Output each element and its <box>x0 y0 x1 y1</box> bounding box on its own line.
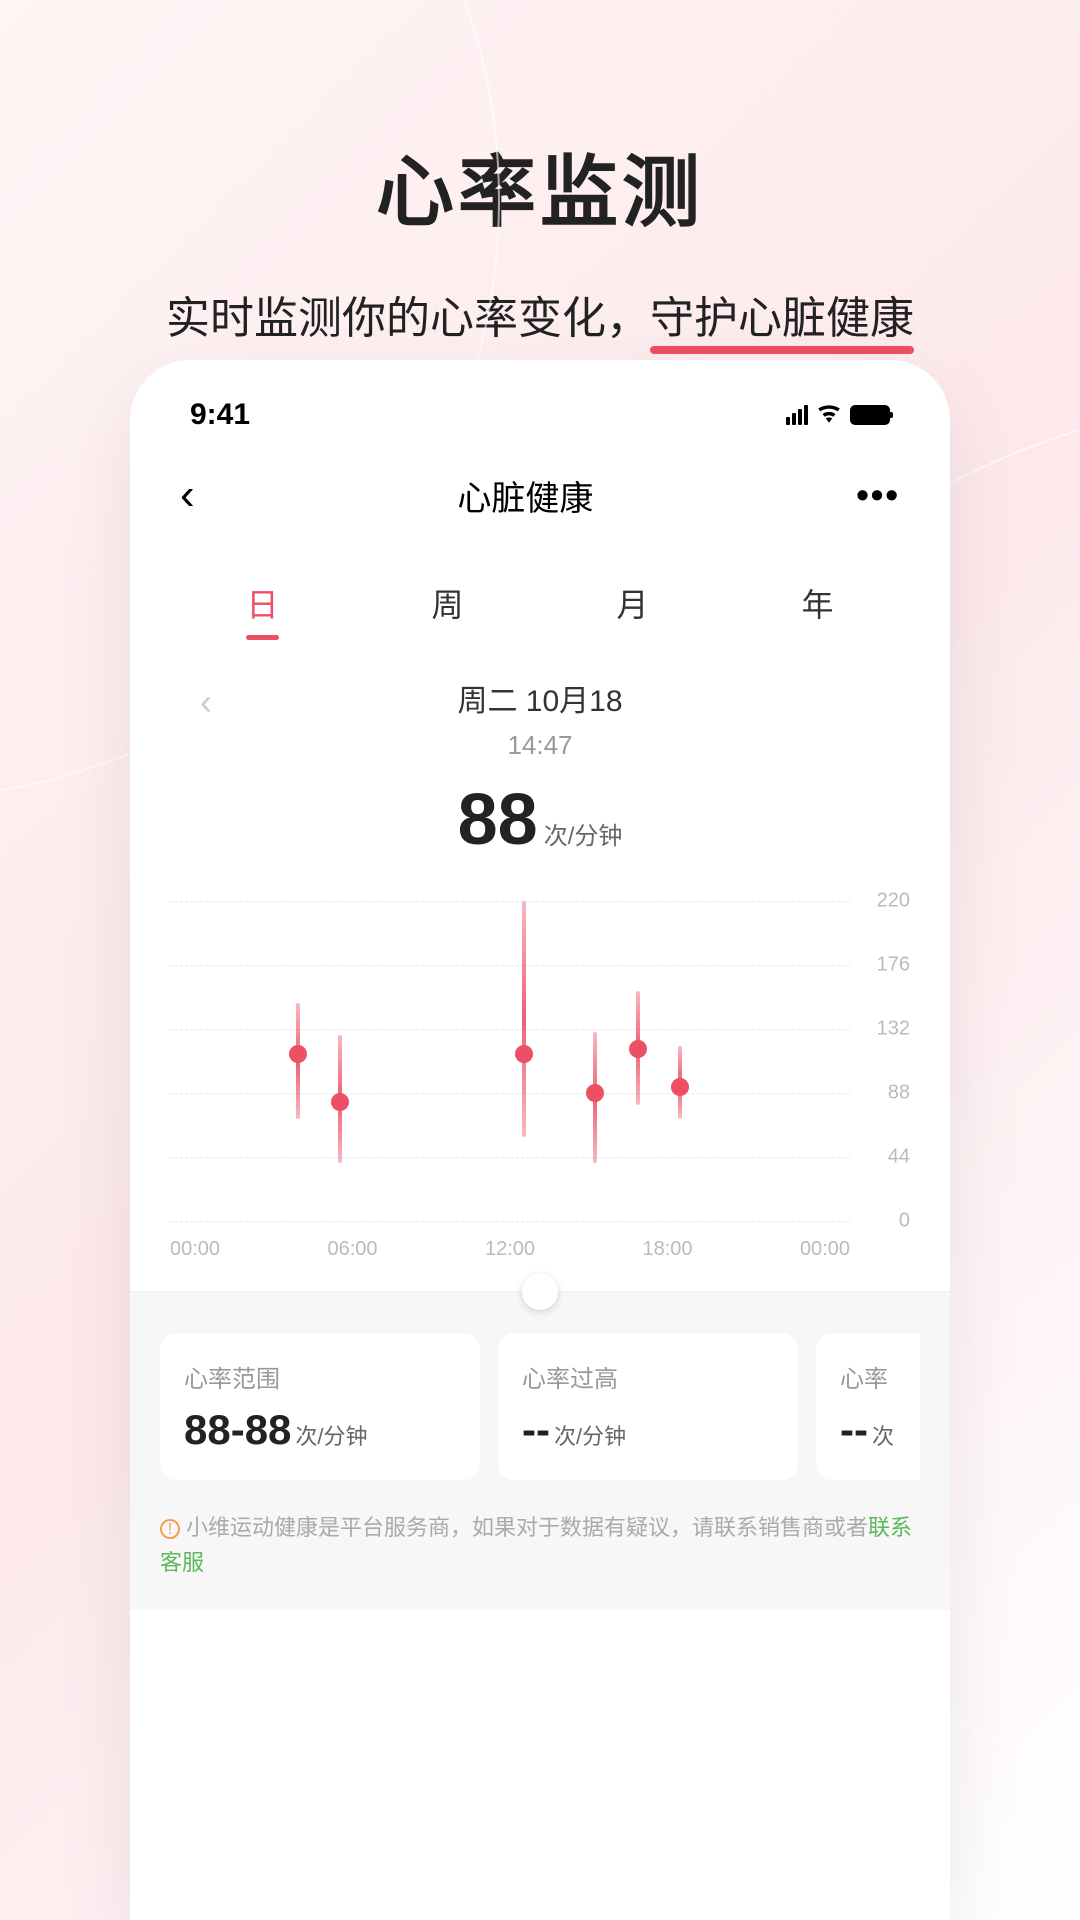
heart-rate-unit: 次/分钟 <box>544 823 623 850</box>
disclaimer: !小维运动健康是平台服务商，如果对于数据有疑议，请联系销售商或者联系客服 <box>160 1510 920 1580</box>
date-label: 周二 10月18 <box>170 676 910 720</box>
summary-section: 心率范围 88-88次/分钟 心率过高 --次/分钟 心率 --次 !小维运动健… <box>130 1293 950 1610</box>
tab-month[interactable]: 月 <box>608 570 656 636</box>
status-time: 9:41 <box>190 398 250 432</box>
date-section: ‹ 周二 10月18 14:47 88次/分钟 <box>170 676 910 861</box>
tab-year[interactable]: 年 <box>793 570 841 636</box>
x-axis-tick: 00:00 <box>170 1238 220 1261</box>
x-axis-tick: 06:00 <box>327 1238 377 1261</box>
heart-rate-number: 88 <box>458 780 538 860</box>
tab-day[interactable]: 日 <box>238 570 286 636</box>
warning-icon: ! <box>160 1519 180 1539</box>
summary-cards[interactable]: 心率范围 88-88次/分钟 心率过高 --次/分钟 心率 --次 <box>160 1333 920 1480</box>
card-unit: 次/分钟 <box>554 1424 626 1449</box>
disclaimer-text: 小维运动健康是平台服务商，如果对于数据有疑议，请联系销售商或者 <box>186 1515 868 1540</box>
x-axis-tick: 18:00 <box>642 1238 692 1261</box>
y-axis-tick: 132 <box>860 1018 910 1041</box>
y-axis-tick: 44 <box>860 1146 910 1169</box>
card-value: -- <box>840 1406 868 1453</box>
heart-rate-chart[interactable]: 04488132176220 00:0006:0012:0018:0000:00 <box>170 901 910 1261</box>
period-tabs: 日 周 月 年 <box>170 550 910 646</box>
y-axis-tick: 176 <box>860 954 910 977</box>
card-heart-range[interactable]: 心率范围 88-88次/分钟 <box>160 1333 480 1480</box>
page-title: 心脏健康 <box>457 471 593 520</box>
handle-knob-icon <box>522 1274 558 1310</box>
y-axis-tick: 220 <box>860 890 910 913</box>
card-value: 88-88 <box>184 1406 291 1453</box>
status-bar: 9:41 <box>170 390 910 440</box>
time-label: 14:47 <box>170 730 910 761</box>
wifi-icon <box>816 403 842 428</box>
y-axis-tick: 0 <box>860 1210 910 1233</box>
nav-bar: ‹ 心脏健康 ••• <box>170 440 910 550</box>
card-label: 心率过高 <box>522 1359 774 1394</box>
more-button[interactable]: ••• <box>856 474 900 516</box>
back-button[interactable]: ‹ <box>180 470 195 520</box>
phone-mockup: 9:41 ‹ 心脏健康 ••• 日 周 月 年 ‹ 周二 10月18 14:47… <box>130 360 950 1920</box>
card-label: 心率 <box>840 1359 920 1394</box>
x-axis-tick: 12:00 <box>485 1238 535 1261</box>
date-prev-button[interactable]: ‹ <box>200 681 212 723</box>
drag-handle[interactable] <box>130 1291 950 1293</box>
y-axis-tick: 88 <box>860 1082 910 1105</box>
tab-week[interactable]: 周 <box>423 570 471 636</box>
card-label: 心率范围 <box>184 1359 456 1394</box>
heart-rate-value: 88次/分钟 <box>170 779 910 861</box>
status-icons <box>786 403 890 428</box>
subtitle-highlight: 守护心脏健康 <box>650 282 914 346</box>
card-heart-third[interactable]: 心率 --次 <box>816 1333 920 1480</box>
card-unit: 次/分钟 <box>295 1424 367 1449</box>
cellular-icon <box>786 405 808 425</box>
card-unit: 次 <box>872 1424 894 1449</box>
battery-icon <box>850 405 890 425</box>
card-value: -- <box>522 1406 550 1453</box>
x-axis-tick: 00:00 <box>800 1238 850 1261</box>
card-heart-high[interactable]: 心率过高 --次/分钟 <box>498 1333 798 1480</box>
